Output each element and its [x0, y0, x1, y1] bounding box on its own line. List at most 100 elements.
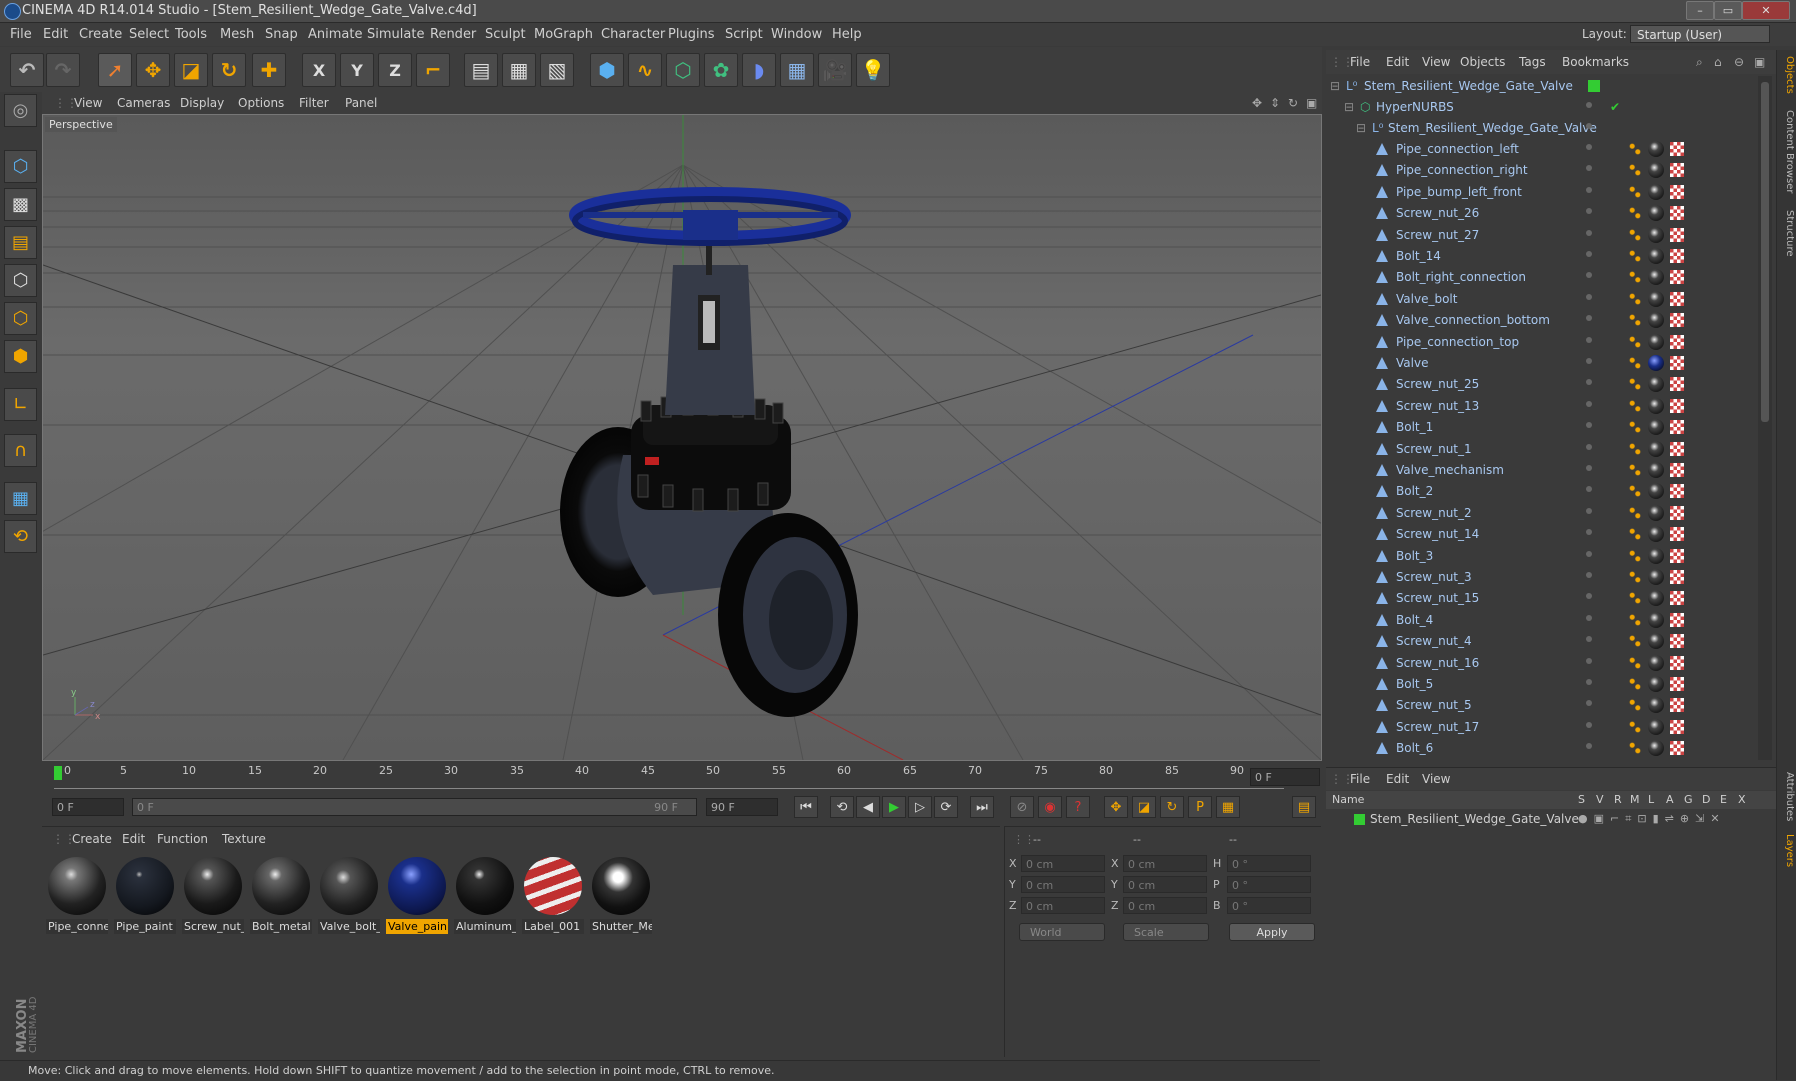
phong-tag-icon[interactable] — [1628, 291, 1642, 306]
texture-tag-icon[interactable] — [1670, 719, 1684, 734]
texture-tag-icon[interactable] — [1670, 270, 1684, 285]
phong-tag-icon[interactable] — [1628, 698, 1642, 713]
object-row-group[interactable]: ⊟ L⁰ Stem_Resilient_Wedge_Gate_Valve — [1326, 118, 1756, 139]
menu-help[interactable]: Help — [832, 27, 862, 42]
material-tag-icon[interactable] — [1648, 462, 1664, 478]
texture-tag-icon[interactable] — [1670, 612, 1684, 627]
texture-tag-icon[interactable] — [1670, 655, 1684, 670]
visibility-dot[interactable] — [1586, 636, 1592, 643]
object-list-scrollbar[interactable] — [1758, 76, 1772, 760]
key-scale-icon[interactable]: ◪ — [1132, 796, 1156, 818]
visibility-dot[interactable] — [1586, 507, 1592, 514]
rotation-b-field[interactable]: 0 ° — [1227, 897, 1311, 914]
menu-edit[interactable]: Edit — [43, 27, 68, 42]
phong-tag-icon[interactable] — [1628, 441, 1642, 456]
menu-character[interactable]: Character — [601, 27, 665, 42]
rotation-p-field[interactable]: 0 ° — [1227, 876, 1311, 893]
texture-tag-icon[interactable] — [1670, 548, 1684, 563]
phong-tag-icon[interactable] — [1628, 184, 1642, 199]
texture-tag-icon[interactable] — [1670, 249, 1684, 263]
object-row[interactable]: Screw_nut_3 — [1326, 567, 1756, 588]
enabled-check-icon[interactable]: ✔ — [1610, 100, 1620, 114]
viewport-menu-panel[interactable]: Panel — [345, 96, 377, 110]
spline-icon[interactable]: ∿ — [628, 53, 662, 87]
texture-tag-icon[interactable] — [1670, 527, 1684, 542]
keyframe-selection-icon[interactable]: ? — [1066, 796, 1090, 818]
phong-tag-icon[interactable] — [1628, 356, 1642, 370]
visibility-dot[interactable] — [1586, 165, 1592, 172]
material-tag-icon[interactable] — [1648, 141, 1664, 157]
workplane-lock-icon[interactable]: ▦ — [4, 482, 37, 515]
home-icon[interactable]: ⌂ — [1714, 55, 1722, 69]
make-editable-icon[interactable]: ◎ — [4, 94, 37, 127]
collapse-icon[interactable]: ⊟ — [1356, 121, 1366, 135]
rotate-tool-icon[interactable]: ↻ — [212, 53, 246, 87]
object-row[interactable]: Screw_nut_1 — [1326, 439, 1756, 460]
play-icon[interactable]: ▶ — [882, 796, 906, 818]
object-row[interactable]: Screw_nut_15 — [1326, 588, 1756, 609]
material-tag-icon[interactable] — [1648, 226, 1664, 243]
minimize-button[interactable]: – — [1686, 1, 1714, 20]
position-y-field[interactable]: 0 cm — [1021, 876, 1105, 893]
texture-tag-icon[interactable] — [1670, 377, 1684, 392]
object-row[interactable]: Valve_bolt — [1326, 289, 1756, 310]
object-row[interactable]: Screw_nut_5 — [1326, 695, 1756, 716]
object-menu-edit[interactable]: Edit — [1386, 55, 1409, 69]
phong-tag-icon[interactable] — [1628, 398, 1642, 413]
object-row[interactable]: Bolt_2 — [1326, 481, 1756, 502]
autokey-icon[interactable]: ◉ — [1038, 796, 1062, 818]
object-row[interactable]: Valve_mechanism — [1326, 460, 1756, 481]
collapse-icon[interactable]: ⊟ — [1344, 100, 1354, 114]
material-tag-icon[interactable] — [1648, 269, 1664, 286]
material-tag-icon[interactable] — [1648, 697, 1664, 714]
layer-col-g[interactable]: G — [1684, 793, 1693, 806]
scrollbar-thumb[interactable] — [1761, 82, 1769, 422]
size-y-field[interactable]: 0 cm — [1123, 876, 1207, 893]
size-mode-dropdown[interactable]: Scale — [1123, 923, 1209, 941]
material-menu-create[interactable]: Create — [72, 832, 112, 846]
floor-scene-icon[interactable]: ▦ — [780, 53, 814, 87]
object-row-root[interactable]: ⊟ L⁰ Stem_Resilient_Wedge_Gate_Valve — [1326, 76, 1756, 97]
phong-tag-icon[interactable] — [1628, 334, 1642, 349]
model-mode-icon[interactable]: ⬡ — [4, 150, 37, 183]
material-tag-icon[interactable] — [1648, 419, 1664, 436]
object-row[interactable]: Pipe_connection_right — [1326, 160, 1756, 181]
viewport-menu-display[interactable]: Display — [180, 96, 224, 110]
menu-script[interactable]: Script — [725, 27, 763, 42]
object-row[interactable]: Bolt_4 — [1326, 610, 1756, 631]
texture-tag-icon[interactable] — [1670, 441, 1684, 456]
material-tag-icon[interactable] — [1648, 504, 1664, 521]
material-tag-icon[interactable] — [1648, 740, 1664, 757]
phong-tag-icon[interactable] — [1628, 655, 1642, 670]
phong-tag-icon[interactable] — [1628, 249, 1642, 263]
material-swatch[interactable]: Bolt_metal — [250, 855, 312, 939]
frame-range-slider[interactable]: 0 F 90 F — [132, 798, 697, 816]
camera-icon[interactable]: 🎥 — [818, 53, 852, 87]
previous-frame-icon[interactable]: ◀ — [856, 796, 880, 818]
position-x-field[interactable]: 0 cm — [1021, 855, 1105, 872]
viewport-maximize-icon[interactable]: ▣ — [1306, 96, 1317, 110]
material-tag-icon[interactable] — [1648, 162, 1664, 179]
texture-tag-icon[interactable] — [1670, 356, 1684, 370]
texture-tag-icon[interactable] — [1670, 206, 1684, 221]
material-tag-icon[interactable] — [1648, 397, 1664, 414]
layer-menu-view[interactable]: View — [1422, 772, 1450, 786]
phong-tag-icon[interactable] — [1628, 484, 1642, 499]
material-tag-icon[interactable] — [1648, 183, 1664, 200]
phong-tag-icon[interactable] — [1628, 227, 1642, 242]
render-view-icon[interactable]: ▤ — [464, 53, 498, 87]
key-position-icon[interactable]: ✥ — [1104, 796, 1128, 818]
object-row[interactable]: Screw_nut_17 — [1326, 717, 1756, 738]
phong-tag-icon[interactable] — [1628, 377, 1642, 392]
axis-mode-icon[interactable]: ∟ — [4, 388, 37, 421]
nurbs-icon[interactable]: ⬡ — [666, 53, 700, 87]
render-settings-icon[interactable]: ▧ — [540, 53, 574, 87]
visibility-dot[interactable] — [1586, 529, 1592, 536]
live-selection-icon[interactable]: ➚ — [98, 53, 132, 87]
object-row[interactable]: Bolt_6 — [1326, 738, 1756, 759]
visibility-dot[interactable] — [1586, 486, 1592, 493]
close-button[interactable]: ✕ — [1742, 1, 1790, 20]
tab-objects[interactable]: Objects — [1779, 56, 1795, 94]
maximize-button[interactable]: ▭ — [1714, 1, 1742, 20]
coordinate-system-icon[interactable]: ⌐ — [416, 53, 450, 87]
